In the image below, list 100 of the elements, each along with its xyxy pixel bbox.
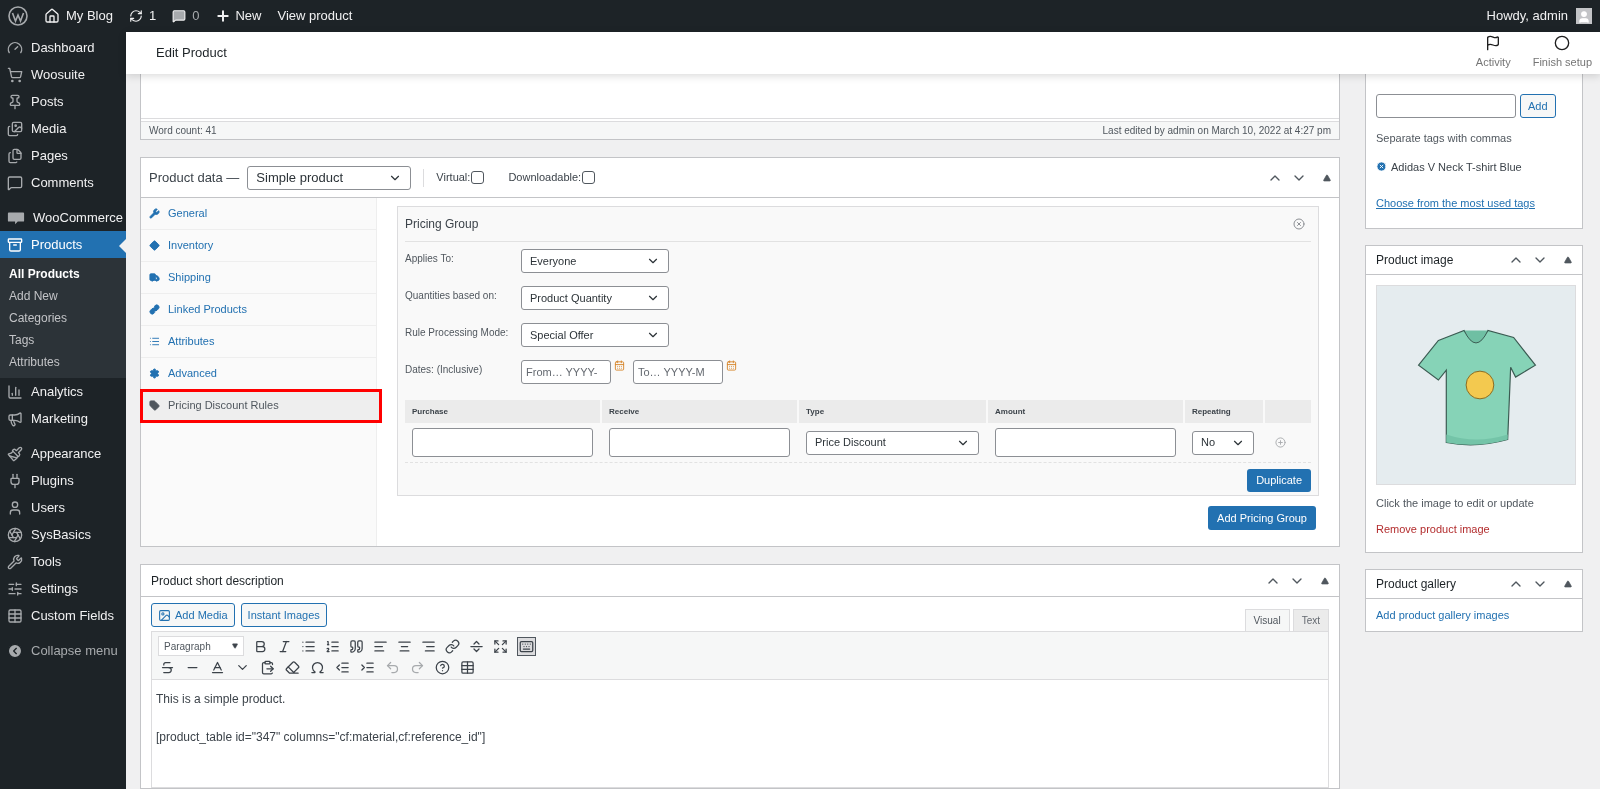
product-data-tab[interactable]: General [141,198,376,230]
strikethrough-icon[interactable] [160,660,175,675]
sidebar-item[interactable]: Appearance [0,440,126,467]
greeting-text[interactable]: Howdy, admin [1486,6,1568,26]
submenu-item[interactable]: Categories [0,307,126,329]
duplicate-button[interactable]: Duplicate [1247,469,1311,492]
numbered-list-icon[interactable] [325,638,340,654]
date-from-field[interactable]: From… YYYY- [521,360,611,384]
media-button[interactable]: Instant Images [240,603,327,627]
option-checkbox[interactable] [471,171,485,184]
product-data-tab[interactable]: Attributes [141,326,376,358]
site-name-link[interactable]: My Blog [66,6,113,26]
sidebar-item[interactable]: Pages [0,142,126,169]
type-select[interactable]: Price Discount [806,430,979,455]
align-center-icon[interactable] [397,638,412,654]
read-more-icon[interactable] [469,638,484,654]
media-button[interactable]: Add Media [151,603,235,627]
sidebar-item[interactable]: Woosuite [0,61,126,88]
rule-select[interactable]: Product Quantity [521,286,669,310]
option-checkbox[interactable] [582,171,596,184]
close-icon[interactable] [1293,218,1305,230]
tag-field[interactable] [1376,94,1516,118]
flag-icon [1485,35,1502,52]
sidebar-item[interactable]: Comments [0,169,126,196]
product-data-tab[interactable]: Linked Products [141,294,376,326]
paste-icon[interactable] [260,660,275,675]
rule-select[interactable]: Special Offer [521,323,669,347]
sidebar-item[interactable]: Users [0,494,126,521]
indent-icon[interactable] [360,660,375,675]
collapse-toggle-icon[interactable] [1321,576,1329,585]
collapse-menu-button[interactable]: Collapse menu [0,637,126,664]
align-left-icon[interactable] [373,638,388,654]
sidebar-item[interactable]: WooCommerce [0,204,126,231]
submenu-item[interactable]: All Products [0,263,126,285]
editor-tab[interactable]: Text [1292,609,1329,631]
column-header: Purchase [405,400,600,423]
italic-icon[interactable] [277,638,292,654]
amount-field[interactable] [995,428,1176,457]
sidebar-item[interactable]: Settings [0,575,126,602]
eraser-icon[interactable] [285,660,300,675]
field-label: Applies To: [405,252,455,266]
submenu-item[interactable]: Tags [0,329,126,351]
remove-tag-icon[interactable] [1376,161,1387,173]
link-icon[interactable] [445,638,460,654]
field-label: Rule Processing Mode: [405,326,510,340]
toolbar-toggle-button[interactable] [517,636,536,656]
wrench-icon [7,553,23,570]
sidebar-item[interactable]: Products [0,231,126,258]
quote-icon[interactable] [349,638,364,654]
most-used-tags-link[interactable]: Choose from the most used tags [1376,195,1572,212]
sidebar-item[interactable]: Analytics [0,378,126,405]
add-tag-button[interactable]: Add [1520,94,1556,118]
align-right-icon[interactable] [421,638,436,654]
product-data-tab[interactable]: Pricing Discount Rules [141,390,381,422]
comment-icon[interactable] [172,9,187,23]
date-to-field[interactable]: To… YYYY-M [633,360,723,384]
wordpress-logo-icon[interactable] [8,6,28,26]
view-product-link[interactable]: View product [277,6,353,26]
rule-select[interactable]: Everyone [521,249,669,273]
sidebar-item[interactable]: Custom Fields [0,602,126,629]
sidebar-item[interactable]: Dashboard [0,34,126,61]
purchase-field[interactable] [412,428,593,457]
header-action[interactable]: Activity [1475,35,1511,71]
format-select[interactable]: Paragraph [158,636,244,656]
table-icon [7,607,23,624]
sidebar-item[interactable]: Marketing [0,405,126,432]
bold-icon[interactable] [253,638,268,654]
submenu-item[interactable]: Add New [0,285,126,307]
header-action[interactable]: Finish setup [1532,35,1592,71]
product-data-tab[interactable]: Inventory [141,230,376,262]
repeating-select[interactable]: No [1192,430,1254,455]
receive-field[interactable] [609,428,790,457]
outdent-icon[interactable] [335,660,350,675]
cart-icon [7,66,23,83]
table-icon[interactable] [460,660,475,675]
sidebar-item[interactable]: Media [0,115,126,142]
sidebar-item[interactable]: Posts [0,88,126,115]
sidebar-item[interactable]: SysBasics [0,521,126,548]
add-gallery-link[interactable]: Add product gallery images [1376,608,1510,621]
omega-icon[interactable] [310,660,325,675]
new-link[interactable]: New [235,6,262,26]
submenu-item[interactable]: Attributes [0,351,126,373]
caret-icon [232,643,238,649]
collapse-toggle-icon[interactable] [1323,173,1331,182]
remove-image-link[interactable]: Remove product image [1376,521,1572,538]
refresh-icon[interactable] [128,9,143,23]
add-pricing-group-button[interactable]: Add Pricing Group [1208,506,1316,530]
collapse-toggle-icon[interactable] [1564,255,1572,264]
sidebar-item[interactable]: Plugins [0,467,126,494]
sidebar-item[interactable]: Tools [0,548,126,575]
product-data-tab[interactable]: Shipping [141,262,376,294]
product-type-select[interactable]: Simple product [247,165,412,190]
home-icon[interactable] [44,8,60,24]
collapse-toggle-icon[interactable] [1564,579,1572,588]
text-color-icon[interactable] [210,660,225,675]
tag-icon [149,400,160,411]
editor-tab[interactable]: Visual [1244,609,1290,631]
bullet-list-icon[interactable] [301,638,316,654]
help-icon[interactable] [435,660,450,675]
fullscreen-icon[interactable] [493,638,508,654]
